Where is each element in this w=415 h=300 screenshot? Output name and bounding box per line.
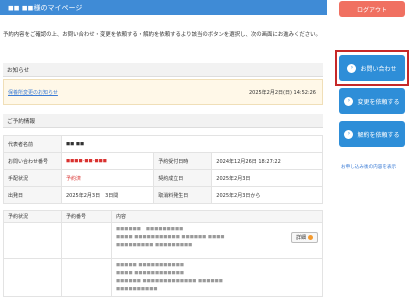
detail-button[interactable]: 詳細 [290,231,318,243]
arrangement-status-label: 手配状況 [3,169,62,187]
intro-text: 予約内容をご確認の上、お問い合わせ・変更を依頼する・解約を依頼するより該当のボタ… [3,32,321,38]
detail-header-number: 予約番号 [61,210,112,223]
arrow-icon [308,234,313,240]
table-header-row: 予約状況 予約番号 内容 [3,210,323,223]
cancel-fee-date-value: 2025年2月3日から [211,186,323,204]
reservation-heading: ご予約情報 [7,119,35,125]
detail-content-text: ◼◼◼◼◼◼ ◼◼◼◼◼◼◼◼◼ ◼◼◼◼ ◼◼◼◼◼◼◼◼◼◼◼ ◼◼◼◼◼◼… [116,226,225,248]
representative-value: ◼◼ ◼◼ [61,135,323,153]
reservation-info-table: 代表者名前 ◼◼ ◼◼ お問い合わせ番号 ◼◼◼◼-◼◼-◼◼◼ 予約受付日時 … [3,135,323,204]
table-row: 出発日 2025年2月3日 3日間 取消料発生日 2025年2月3日から [3,186,323,204]
received-datetime-value: 2024年12月26日 18:27:22 [211,152,323,170]
contract-date-value: 2025年2月3日 [211,169,323,187]
inquiry-number-value: ◼◼◼◼-◼◼-◼◼◼ [60,152,155,170]
chevron-right-icon: › [344,129,354,139]
detail-content-text: ◼◼◼◼◼ ◼◼◼◼◼◼◼◼◼◼◼ ◼◼◼◼ ◼◼◼◼◼◼◼◼◼◼◼◼ ◼◼◼◼… [116,262,223,292]
departure-date-value: 2025年2月3日 3日間 [60,186,155,204]
notice-heading: お知らせ [7,68,30,74]
detail-header-content: 内容 [111,210,323,223]
inquiry-number-label: お問い合わせ番号 [3,152,62,170]
history-link[interactable]: お申し込み後の内容を表示 [341,164,396,170]
detail-header-status: 予約状況 [3,210,62,223]
table-row: 代表者名前 ◼◼ ◼◼ [3,135,323,153]
contract-date-label: 契約成立日 [153,169,213,187]
table-row: ◼◼◼◼◼◼ ◼◼◼◼◼◼◼◼◼ ◼◼◼◼ ◼◼◼◼◼◼◼◼◼◼◼ ◼◼◼◼◼◼… [3,222,323,259]
reservation-detail-table: 予約状況 予約番号 内容 ◼◼◼◼◼◼ ◼◼◼◼◼◼◼◼◼ ◼◼◼◼ ◼◼◼◼◼… [3,210,323,297]
notice-date: 2025年2月2日(日) 14:52:26 [248,90,316,96]
cancel-request-button[interactable]: › 解約を依頼する [339,121,405,147]
chevron-right-icon: › [344,96,354,106]
page-title: ◼◼ ◼◼様のマイページ [8,4,83,12]
received-datetime-label: 予約受付日時 [153,152,213,170]
cancel-fee-date-label: 取消料発生日 [153,186,213,204]
chevron-right-icon: › [347,63,357,73]
page-header: ◼◼ ◼◼様のマイページ [0,0,327,15]
notice-link[interactable]: 保養所変更のお知らせ [8,89,58,96]
logout-button[interactable]: ログアウト [339,1,405,17]
notice-heading-bar: お知らせ [3,63,323,77]
detail-content-cell: ◼◼◼◼◼◼ ◼◼◼◼◼◼◼◼◼ ◼◼◼◼ ◼◼◼◼◼◼◼◼◼◼◼ ◼◼◼◼◼◼… [111,222,323,259]
representative-label: 代表者名前 [3,135,62,153]
inquiry-button[interactable]: › お問い合わせ [339,55,405,81]
detail-content-cell: ◼◼◼◼◼ ◼◼◼◼◼◼◼◼◼◼◼ ◼◼◼◼ ◼◼◼◼◼◼◼◼◼◼◼◼ ◼◼◼◼… [111,258,323,297]
reservation-heading-bar: ご予約情報 [3,114,323,128]
table-row: 手配状況 予約済 契約成立日 2025年2月3日 [3,169,323,187]
notice-box: 保養所変更のお知らせ 2025年2月2日(日) 14:52:26 [3,79,323,105]
change-request-button[interactable]: › 変更を依頼する [339,88,405,114]
table-row: ◼◼◼◼◼ ◼◼◼◼◼◼◼◼◼◼◼ ◼◼◼◼ ◼◼◼◼◼◼◼◼◼◼◼◼ ◼◼◼◼… [3,258,323,297]
table-row: お問い合わせ番号 ◼◼◼◼-◼◼-◼◼◼ 予約受付日時 2024年12月26日 … [3,152,323,170]
departure-date-label: 出発日 [3,186,62,204]
status-badge: 予約済 [60,169,155,187]
